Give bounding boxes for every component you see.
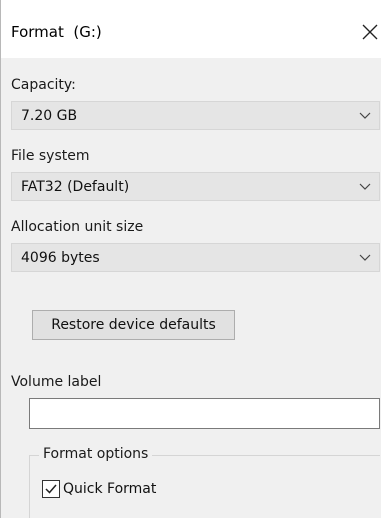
window-title: Format (G:): [11, 23, 102, 41]
checkmark-icon: [45, 484, 57, 494]
quick-format-label[interactable]: Quick Format: [63, 481, 156, 497]
allocation-unit-size-label: Allocation unit size: [11, 219, 144, 235]
file-system-value: FAT32 (Default): [21, 179, 130, 195]
format-dialog: Format (G:) Capacity: 7.20 GB File syste…: [0, 0, 381, 518]
quick-format-checkbox[interactable]: [42, 480, 60, 498]
volume-label-label: Volume label: [11, 374, 102, 390]
allocation-unit-size-value: 4096 bytes: [21, 250, 100, 266]
format-options-legend: Format options: [39, 446, 153, 462]
title-bar: Format (G:): [1, 0, 381, 58]
allocation-unit-size-dropdown[interactable]: 4096 bytes: [11, 243, 380, 272]
close-icon: [362, 24, 378, 40]
capacity-value: 7.20 GB: [21, 108, 78, 124]
file-system-label: File system: [11, 148, 90, 164]
capacity-dropdown[interactable]: 7.20 GB: [11, 101, 380, 130]
chevron-down-icon: [359, 254, 371, 261]
restore-device-defaults-button[interactable]: Restore device defaults: [32, 310, 235, 340]
volume-label-input[interactable]: [29, 398, 380, 429]
chevron-down-icon: [359, 183, 371, 190]
file-system-dropdown[interactable]: FAT32 (Default): [11, 172, 380, 201]
capacity-label: Capacity:: [11, 77, 76, 93]
chevron-down-icon: [359, 112, 371, 119]
close-button[interactable]: [359, 18, 381, 44]
